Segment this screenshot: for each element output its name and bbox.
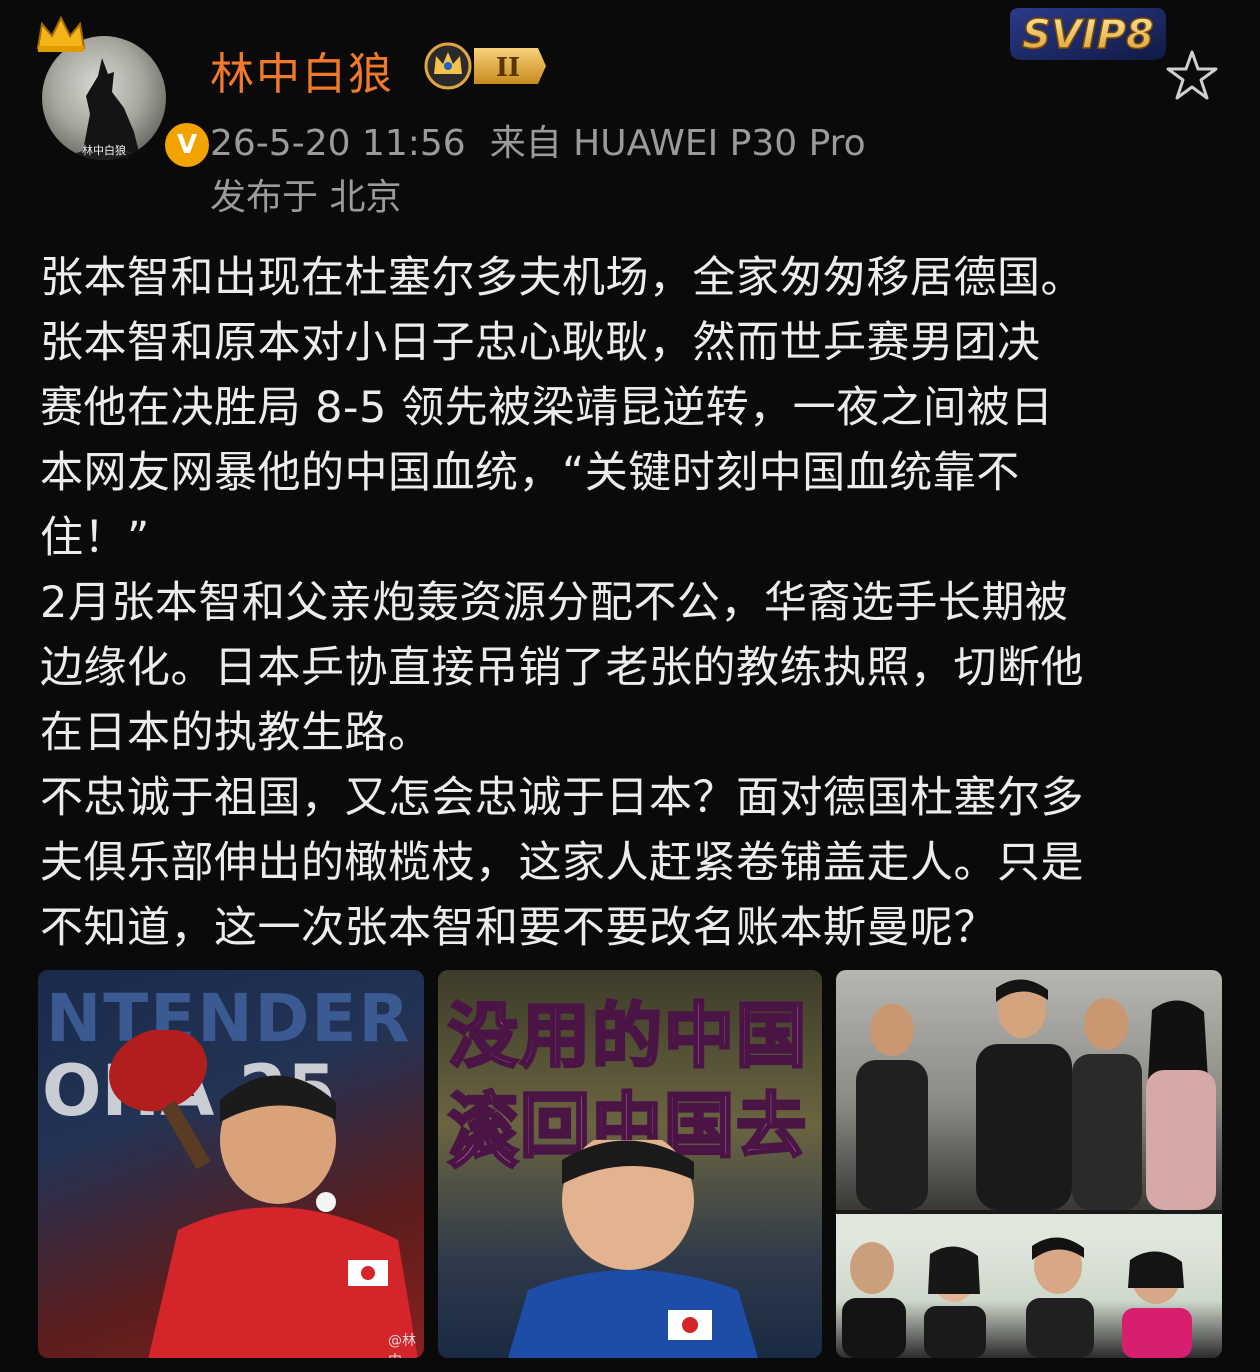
post-line: 本网友网暴他的中国血统，“关键时刻中国血统靠不 — [40, 448, 1020, 498]
downcast-player-figure — [508, 1140, 758, 1358]
svip8-badge[interactable]: SVIP8 — [1002, 4, 1172, 68]
image3-press-photo — [836, 1214, 1222, 1358]
post-line: 夫俱乐部伸出的橄榄枝，这家人赶紧卷铺盖走人。只是 — [40, 838, 1084, 888]
crown-icon — [36, 15, 86, 52]
press-conference-figure — [836, 1214, 1222, 1358]
avatar[interactable]: 林中白狼 — [42, 36, 166, 160]
post-body: 张本智和出现在杜塞尔多夫机场，全家匆匆移居德国。 张本智和原本对小日子忠心耿耿，… — [40, 246, 1230, 961]
image-watermark: @林中 — [388, 1333, 416, 1358]
verified-v-icon: V — [162, 120, 212, 170]
post-line: 张本智和原本对小日子忠心耿耿，然而世乒赛男团决 — [40, 318, 1041, 368]
rank-badge-label: II — [496, 53, 520, 83]
star-favorite-icon[interactable] — [1164, 48, 1220, 104]
post-line: 赛他在决胜局 8-5 领先被梁靖昆逆转，一夜之间被日 — [40, 383, 1054, 433]
table-tennis-player-figure — [109, 1030, 418, 1358]
post-header: 林中白狼 V 林中白狼 II 26-5-20 11:56 来自 HUAWEI P3… — [0, 0, 1260, 230]
image-grid: NTENDER OHA 25 @林中 没用的中国人 滚回中国去 — [38, 970, 1224, 1370]
svip-label: SVIP8 — [1022, 12, 1154, 58]
image3-airport-photo — [836, 970, 1222, 1210]
username[interactable]: 林中白狼 — [210, 38, 394, 102]
post-line: 张本智和出现在杜塞尔多夫机场，全家匆匆移居德国。 — [40, 253, 1084, 303]
post-line: 不忠诚于祖国，又怎会忠诚于日本？面对德国杜塞尔多 — [40, 773, 1084, 823]
avatar-container[interactable]: 林中白狼 V — [36, 15, 212, 170]
post-timestamp: 26-5-20 11:56 — [210, 123, 466, 164]
rank-crown-badge[interactable]: II — [420, 40, 548, 92]
post-source: 来自 HUAWEI P30 Pro — [489, 123, 866, 164]
wolf-silhouette-icon: 林中白狼 — [62, 58, 152, 160]
post-line: 在日本的执教生路。 — [40, 708, 432, 758]
post-line: 不知道，这一次张本智和要不要改名账本斯曼呢？ — [40, 903, 997, 953]
post-line: 2月张本智和父亲炮轰资源分配不公，华裔选手长期被 — [40, 578, 1069, 628]
post-image-3[interactable] — [836, 970, 1222, 1358]
post-line: 住！” — [40, 513, 150, 563]
post-image-2[interactable]: 没用的中国人 滚回中国去 — [438, 970, 822, 1358]
avatar-caption: 林中白狼 — [82, 143, 126, 157]
post-location: 发布于 北京 — [210, 177, 402, 218]
post-line: 边缘化。日本乒协直接吊销了老张的教练执照，切断他 — [40, 643, 1084, 693]
post-meta: 26-5-20 11:56 来自 HUAWEI P30 Pro — [210, 114, 866, 166]
post-image-1[interactable]: NTENDER OHA 25 @林中 — [38, 970, 424, 1358]
family-group-figure — [856, 979, 1216, 1210]
